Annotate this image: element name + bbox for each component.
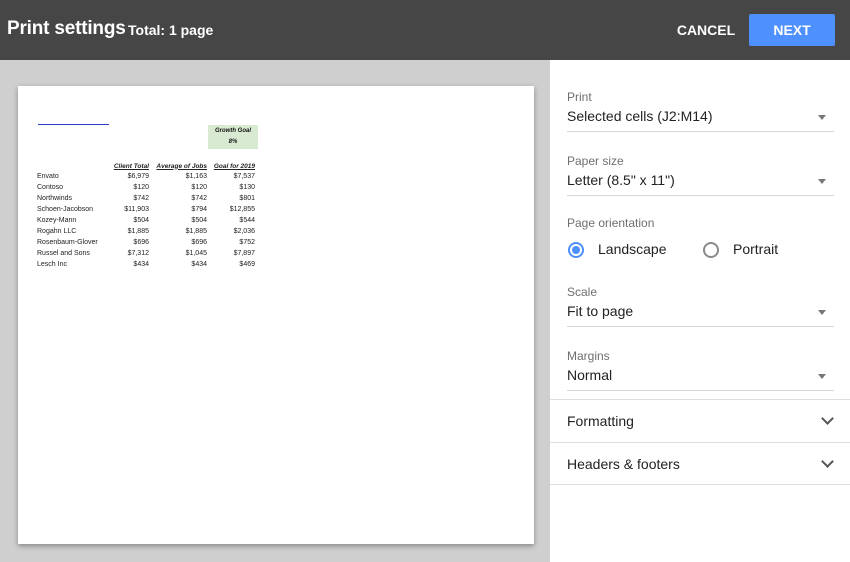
average-of-jobs: $1,045 xyxy=(185,250,207,257)
client-total: $504 xyxy=(133,217,149,224)
client-total: $742 xyxy=(133,195,149,202)
formatting-label: Formatting xyxy=(567,413,634,429)
table-row: Russel and Sons $7,312 $1,045 $7,897 xyxy=(37,248,255,259)
preview-table: Client Total Average of Jobs Goal for 20… xyxy=(37,162,255,270)
column-header: Average of Jobs xyxy=(156,162,207,170)
print-label: Print xyxy=(567,90,592,104)
margins-select[interactable]: Normal xyxy=(567,367,834,391)
client-total: $11,903 xyxy=(124,206,149,213)
margins-field: Margins Normal xyxy=(567,349,834,391)
page-orientation-field: Page orientation xyxy=(567,216,834,230)
client-name: Envato xyxy=(37,173,59,180)
preview-line xyxy=(38,124,109,125)
table-header-row: Client Total Average of Jobs Goal for 20… xyxy=(37,162,255,171)
top-bar: Print settings Total: 1 page CANCEL NEXT xyxy=(0,0,850,60)
table-row: Rosenbaum-Glover $696 $696 $752 xyxy=(37,237,255,248)
print-value: Selected cells (J2:M14) xyxy=(567,108,713,124)
table-row: Rogahn LLC $1,885 $1,885 $2,036 xyxy=(37,226,255,237)
dropdown-arrow-icon xyxy=(818,374,826,379)
goal-for-2019: $130 xyxy=(239,184,255,191)
table-row: Schoen-Jacobson $11,903 $794 $12,855 xyxy=(37,204,255,215)
dropdown-arrow-icon xyxy=(818,179,826,184)
table-row: Envato $6,979 $1,163 $7,537 xyxy=(37,171,255,182)
portrait-label: Portrait xyxy=(733,241,779,257)
landscape-label: Landscape xyxy=(598,241,667,257)
average-of-jobs: $434 xyxy=(191,261,207,268)
page-orientation-label: Page orientation xyxy=(567,216,655,230)
goal-for-2019: $469 xyxy=(239,261,255,268)
client-name: Russel and Sons xyxy=(37,250,90,257)
print-select[interactable]: Selected cells (J2:M14) xyxy=(567,108,834,132)
radio-unselected-icon xyxy=(703,242,719,258)
client-total: $1,885 xyxy=(127,228,149,235)
goal-for-2019: $544 xyxy=(239,217,255,224)
print-preview-area: Growth Goal 8% Client Total Average of J… xyxy=(0,60,550,562)
table-row: Kozey-Mann $504 $504 $544 xyxy=(37,215,255,226)
cancel-button[interactable]: CANCEL xyxy=(672,14,740,46)
scale-select[interactable]: Fit to page xyxy=(567,303,834,327)
average-of-jobs: $1,163 xyxy=(185,173,207,180)
average-of-jobs: $794 xyxy=(191,206,207,213)
growth-goal-cell: Growth Goal 8% xyxy=(208,125,258,149)
average-of-jobs: $1,885 xyxy=(185,228,207,235)
client-name: Northwinds xyxy=(37,195,73,202)
preview-page: Growth Goal 8% Client Total Average of J… xyxy=(18,86,534,544)
headers-footers-label: Headers & footers xyxy=(567,456,680,472)
goal-for-2019: $2,036 xyxy=(233,228,255,235)
chevron-down-icon xyxy=(821,412,834,425)
scale-field: Scale Fit to page xyxy=(567,285,834,327)
column-header: Client Total xyxy=(113,162,149,170)
goal-for-2019: $801 xyxy=(239,195,255,202)
table-row: Lesch Inc $434 $434 $469 xyxy=(37,259,255,270)
paper-size-label: Paper size xyxy=(567,154,624,168)
client-name: Rosenbaum-Glover xyxy=(37,239,98,246)
client-total: $6,979 xyxy=(127,173,149,180)
average-of-jobs: $696 xyxy=(191,239,207,246)
headers-footers-section[interactable]: Headers & footers xyxy=(550,442,850,485)
column-header: Goal for 2019 xyxy=(213,162,255,170)
margins-value: Normal xyxy=(567,367,613,383)
goal-for-2019: $12,855 xyxy=(229,206,255,213)
paper-size-value: Letter (8.5" x 11") xyxy=(567,172,675,188)
settings-panel: Print Selected cells (J2:M14) Paper size… xyxy=(550,60,850,562)
page-title: Print settings xyxy=(7,18,126,39)
average-of-jobs: $742 xyxy=(191,195,207,202)
client-total: $7,312 xyxy=(127,250,149,257)
average-of-jobs: $120 xyxy=(191,184,207,191)
growth-goal-label: Growth Goal xyxy=(215,128,251,134)
radio-selected-icon xyxy=(568,242,584,258)
client-name: Contoso xyxy=(37,184,64,191)
growth-goal-value: 8% xyxy=(228,139,238,145)
client-total: $434 xyxy=(133,261,149,268)
goal-for-2019: $7,537 xyxy=(233,173,255,180)
client-name: Rogahn LLC xyxy=(37,228,77,235)
scale-value: Fit to page xyxy=(567,303,634,319)
table-row: Northwinds $742 $742 $801 xyxy=(37,193,255,204)
page-count: Total: 1 page xyxy=(128,22,214,38)
dropdown-arrow-icon xyxy=(818,310,826,315)
portrait-radio[interactable]: Portrait xyxy=(703,240,803,260)
next-button[interactable]: NEXT xyxy=(749,14,835,46)
dropdown-arrow-icon xyxy=(818,115,826,120)
chevron-down-icon xyxy=(821,455,834,468)
margins-label: Margins xyxy=(567,349,610,363)
client-name: Schoen-Jacobson xyxy=(37,206,94,213)
average-of-jobs: $504 xyxy=(191,217,207,224)
formatting-section[interactable]: Formatting xyxy=(550,399,850,442)
client-name: Lesch Inc xyxy=(37,261,67,268)
column-header-blank xyxy=(37,162,107,171)
print-field: Print Selected cells (J2:M14) xyxy=(567,90,834,132)
client-total: $696 xyxy=(133,239,149,246)
paper-size-select[interactable]: Letter (8.5" x 11") xyxy=(567,172,834,196)
table-row: Contoso $120 $120 $130 xyxy=(37,182,255,193)
paper-size-field: Paper size Letter (8.5" x 11") xyxy=(567,154,834,196)
goal-for-2019: $752 xyxy=(239,239,255,246)
landscape-radio[interactable]: Landscape xyxy=(568,240,698,260)
client-total: $120 xyxy=(133,184,149,191)
client-name: Kozey-Mann xyxy=(37,217,77,224)
goal-for-2019: $7,897 xyxy=(233,250,255,257)
scale-label: Scale xyxy=(567,285,598,299)
